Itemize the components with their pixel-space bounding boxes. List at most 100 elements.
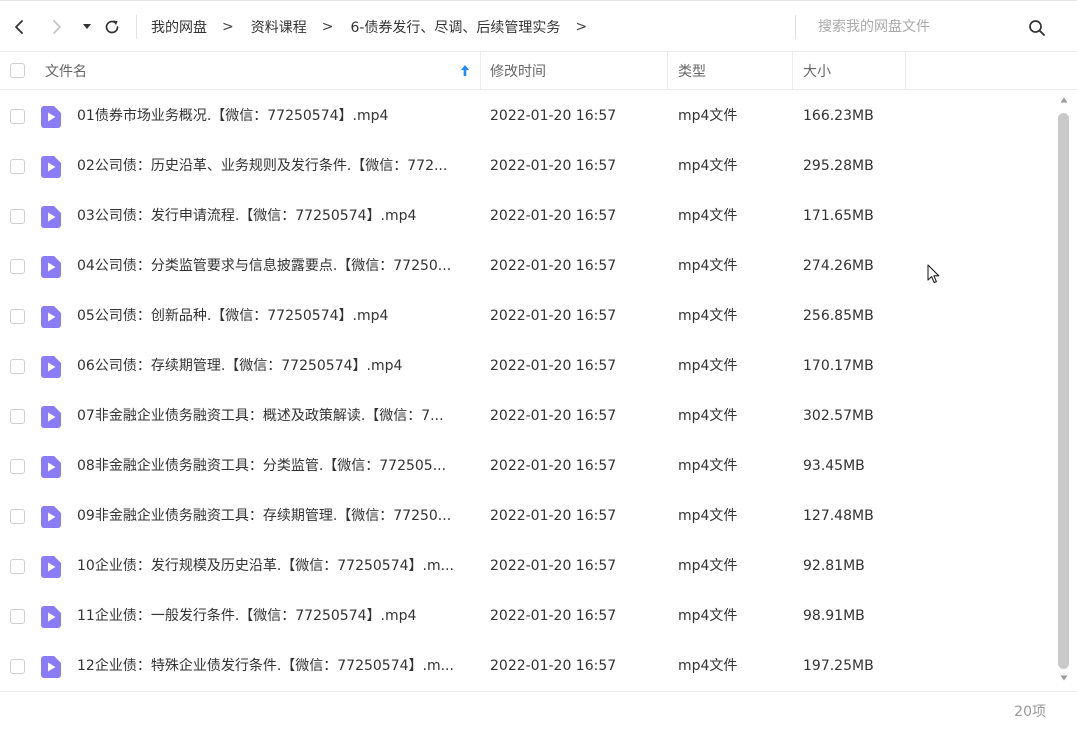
file-size: 197.25MB — [803, 658, 874, 674]
back-button[interactable] — [8, 12, 30, 42]
video-file-icon — [41, 506, 61, 528]
select-all-checkbox[interactable] — [10, 63, 25, 78]
file-name[interactable]: 05公司债：创新品种.【微信：77250574】.mp4 — [77, 291, 472, 341]
breadcrumb-item-current-folder[interactable]: 6-债券发行、尽调、后续管理实务 — [350, 17, 560, 37]
file-row-checkbox[interactable] — [10, 159, 25, 174]
file-list-header: 文件名 修改时间 类型 大小 — [0, 52, 1077, 90]
video-file-icon — [41, 406, 61, 428]
file-row-checkbox[interactable] — [10, 309, 25, 324]
file-size: 295.28MB — [803, 158, 874, 174]
column-header-name[interactable]: 文件名 — [45, 52, 481, 89]
file-modified-time: 2022-01-20 16:57 — [490, 458, 617, 474]
file-name[interactable]: 08非金融企业债务融资工具：分类监管.【微信：772505... — [77, 441, 472, 491]
file-row[interactable]: 02公司债：历史沿革、业务规则及发行条件.【微信：772... 2022-01-2… — [0, 141, 1056, 191]
file-size: 274.26MB — [803, 258, 874, 274]
file-modified-time: 2022-01-20 16:57 — [490, 208, 617, 224]
video-file-icon — [41, 606, 61, 628]
scroll-up-arrow-icon[interactable] — [1060, 97, 1068, 103]
scroll-down-arrow-icon[interactable] — [1060, 675, 1068, 681]
file-type: mp4文件 — [678, 108, 738, 124]
file-row-checkbox[interactable] — [10, 609, 25, 624]
column-header-type-label: 类型 — [678, 63, 706, 80]
file-row-checkbox[interactable] — [10, 259, 25, 274]
file-row[interactable]: 12企业债：特殊企业债发行条件.【微信：77250574】.m... 2022-0… — [0, 641, 1056, 691]
video-file-icon — [41, 256, 61, 278]
file-modified-time: 2022-01-20 16:57 — [490, 658, 617, 674]
vertical-scrollbar[interactable] — [1056, 91, 1072, 691]
file-name[interactable]: 02公司债：历史沿革、业务规则及发行条件.【微信：772... — [77, 141, 472, 191]
file-row-checkbox[interactable] — [10, 659, 25, 674]
file-row[interactable]: 05公司债：创新品种.【微信：77250574】.mp4 2022-01-20 1… — [0, 291, 1056, 341]
mouse-pointer-icon — [927, 264, 940, 284]
file-size: 170.17MB — [803, 358, 874, 374]
toolbar-divider — [136, 15, 137, 39]
caret-down-icon — [83, 23, 91, 29]
file-row[interactable]: 09非金融企业债务融资工具：存续期管理.【微信：77250... 2022-01-… — [0, 491, 1056, 541]
file-row-checkbox[interactable] — [10, 209, 25, 224]
breadcrumb-item-root[interactable]: 我的网盘 — [151, 17, 207, 37]
video-file-icon — [41, 456, 61, 478]
file-row-checkbox[interactable] — [10, 509, 25, 524]
file-modified-time: 2022-01-20 16:57 — [490, 558, 617, 574]
file-name[interactable]: 10企业债：发行规模及历史沿革.【微信：77250574】.m... — [77, 541, 472, 591]
file-type: mp4文件 — [678, 208, 738, 224]
file-name[interactable]: 01债券市场业务概况.【微信：77250574】.mp4 — [77, 91, 472, 141]
video-file-icon — [41, 106, 61, 128]
file-name[interactable]: 07非金融企业债务融资工具：概述及政策解读.【微信：7... — [77, 391, 472, 441]
breadcrumb-separator[interactable]: > — [575, 19, 587, 35]
file-type: mp4文件 — [678, 358, 738, 374]
column-header-modified[interactable]: 修改时间 — [481, 52, 668, 89]
file-manager-window: 我的网盘 > 资料课程 > 6-债券发行、尽调、后续管理实务 > 文件名 — [0, 0, 1077, 731]
status-bar: 20项 — [0, 691, 1077, 731]
file-type: mp4文件 — [678, 658, 738, 674]
file-type: mp4文件 — [678, 608, 738, 624]
file-type: mp4文件 — [678, 408, 738, 424]
file-row[interactable]: 01债券市场业务概况.【微信：77250574】.mp4 2022-01-20 1… — [0, 91, 1056, 141]
file-name[interactable]: 04公司债：分类监管要求与信息披露要点.【微信：77250... — [77, 241, 472, 291]
file-name[interactable]: 11企业债：一般发行条件.【微信：77250574】.mp4 — [77, 591, 472, 641]
file-row-checkbox[interactable] — [10, 359, 25, 374]
forward-button[interactable] — [46, 12, 68, 42]
search-divider — [795, 15, 796, 39]
search-input[interactable] — [810, 14, 1026, 40]
file-row-checkbox[interactable] — [10, 459, 25, 474]
breadcrumb-item-courses[interactable]: 资料课程 — [251, 17, 307, 37]
file-size: 98.91MB — [803, 608, 865, 624]
file-row-checkbox[interactable] — [10, 409, 25, 424]
file-type: mp4文件 — [678, 508, 738, 524]
file-type: mp4文件 — [678, 458, 738, 474]
file-type: mp4文件 — [678, 558, 738, 574]
file-row-checkbox[interactable] — [10, 559, 25, 574]
history-dropdown-button[interactable] — [80, 12, 94, 42]
breadcrumb-separator: > — [321, 19, 334, 35]
file-name[interactable]: 09非金融企业债务融资工具：存续期管理.【微信：77250... — [77, 491, 472, 541]
file-size: 171.65MB — [803, 208, 874, 224]
item-count: 20项 — [1014, 704, 1046, 720]
file-row[interactable]: 11企业债：一般发行条件.【微信：77250574】.mp4 2022-01-20… — [0, 591, 1056, 641]
breadcrumb-separator: > — [222, 19, 234, 35]
column-header-size-label: 大小 — [803, 63, 831, 80]
column-header-name-label: 文件名 — [45, 63, 87, 80]
file-row[interactable]: 08非金融企业债务融资工具：分类监管.【微信：772505... 2022-01-… — [0, 441, 1056, 491]
file-row[interactable]: 07非金融企业债务融资工具：概述及政策解读.【微信：7... 2022-01-20… — [0, 391, 1056, 441]
file-size: 302.57MB — [803, 408, 874, 424]
refresh-button[interactable] — [100, 12, 124, 42]
video-file-icon — [41, 356, 61, 378]
file-name[interactable]: 12企业债：特殊企业债发行条件.【微信：77250574】.m... — [77, 641, 472, 691]
file-size: 166.23MB — [803, 108, 874, 124]
file-name[interactable]: 06公司债：存续期管理.【微信：77250574】.mp4 — [77, 341, 472, 391]
file-row-checkbox[interactable] — [10, 109, 25, 124]
file-row[interactable]: 03公司债：发行申请流程.【微信：77250574】.mp4 2022-01-20… — [0, 191, 1056, 241]
file-row[interactable]: 06公司债：存续期管理.【微信：77250574】.mp4 2022-01-20 … — [0, 341, 1056, 391]
scrollbar-thumb[interactable] — [1058, 113, 1069, 669]
video-file-icon — [41, 206, 61, 228]
search-button[interactable] — [1026, 17, 1048, 39]
column-header-type[interactable]: 类型 — [668, 52, 793, 89]
file-row[interactable]: 04公司债：分类监管要求与信息披露要点.【微信：77250... 2022-01-… — [0, 241, 1056, 291]
toolbar: 我的网盘 > 资料课程 > 6-债券发行、尽调、后续管理实务 > — [0, 2, 1077, 52]
refresh-icon — [105, 19, 119, 33]
column-header-size[interactable]: 大小 — [793, 52, 906, 89]
arrow-left-icon — [15, 19, 23, 34]
file-row[interactable]: 10企业债：发行规模及历史沿革.【微信：77250574】.m... 2022-0… — [0, 541, 1056, 591]
file-name[interactable]: 03公司债：发行申请流程.【微信：77250574】.mp4 — [77, 191, 472, 241]
